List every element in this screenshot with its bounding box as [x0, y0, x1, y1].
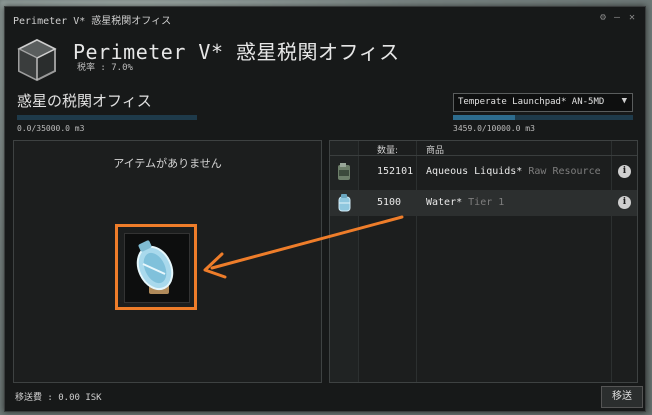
dragged-item-highlight — [115, 224, 197, 310]
empty-message: アイテムがありません — [113, 157, 222, 170]
launchpad-contents[interactable]: 数量: 商品 152101 Aqueous Liquids* Raw Resou… — [329, 140, 638, 383]
tax-rate: 税率 : 7.0% — [77, 63, 133, 73]
list-item[interactable]: 5100 Water* Tier 1 i — [330, 190, 637, 216]
column-header-commodity[interactable]: 商品 — [426, 143, 444, 156]
column-header-quantity[interactable]: 数量: — [377, 143, 398, 156]
customs-capacity-text: 0.0/35000.0 m3 — [17, 124, 85, 133]
customs-office-window: Perimeter V* 惑星税関オフィス ⚙ – ✕ Perimeter V*… — [4, 6, 646, 412]
settings-icon[interactable]: ⚙ — [597, 12, 609, 24]
aqueous-liquids-icon — [338, 163, 350, 180]
transfer-cost: 移送費 : 0.00 ISK — [15, 393, 102, 403]
info-icon[interactable]: i — [618, 165, 631, 178]
launchpad-capacity-bar — [453, 115, 633, 120]
launchpad-capacity-fill — [453, 115, 516, 120]
item-category: Raw Resource — [528, 166, 601, 177]
close-icon[interactable]: ✕ — [626, 12, 638, 24]
item-quantity: 152101 — [377, 166, 414, 177]
water-icon — [338, 194, 351, 212]
launchpad-select-value: Temperate Launchpad* AN-5MD — [458, 97, 605, 107]
section-title: 惑星の税関オフィス — [17, 92, 152, 110]
chevron-down-icon: ▼ — [621, 96, 627, 106]
customs-capacity-bar — [17, 115, 197, 120]
item-category: Tier 1 — [468, 197, 505, 208]
window-title: Perimeter V* 惑星税関オフィス — [13, 16, 172, 27]
customs-office-icon — [17, 38, 57, 82]
dragged-item-slot[interactable] — [124, 233, 190, 303]
list-header: 数量: 商品 — [330, 141, 637, 156]
launchpad-select[interactable]: Temperate Launchpad* AN-5MD ▼ — [453, 93, 633, 112]
transfer-button[interactable]: 移送 — [601, 386, 643, 408]
launchpad-capacity-text: 3459.0/10000.0 m3 — [453, 124, 535, 133]
water-icon — [136, 240, 174, 294]
item-quantity: 5100 — [377, 197, 402, 208]
title-bar[interactable]: Perimeter V* 惑星税関オフィス ⚙ – ✕ — [5, 7, 645, 29]
minimize-icon[interactable]: – — [611, 12, 623, 24]
list-item[interactable]: 152101 Aqueous Liquids* Raw Resource i — [330, 159, 637, 185]
info-icon[interactable]: i — [618, 196, 631, 209]
item-name: Aqueous Liquids* Raw Resource — [426, 166, 601, 177]
item-name: Water* Tier 1 — [426, 197, 505, 208]
